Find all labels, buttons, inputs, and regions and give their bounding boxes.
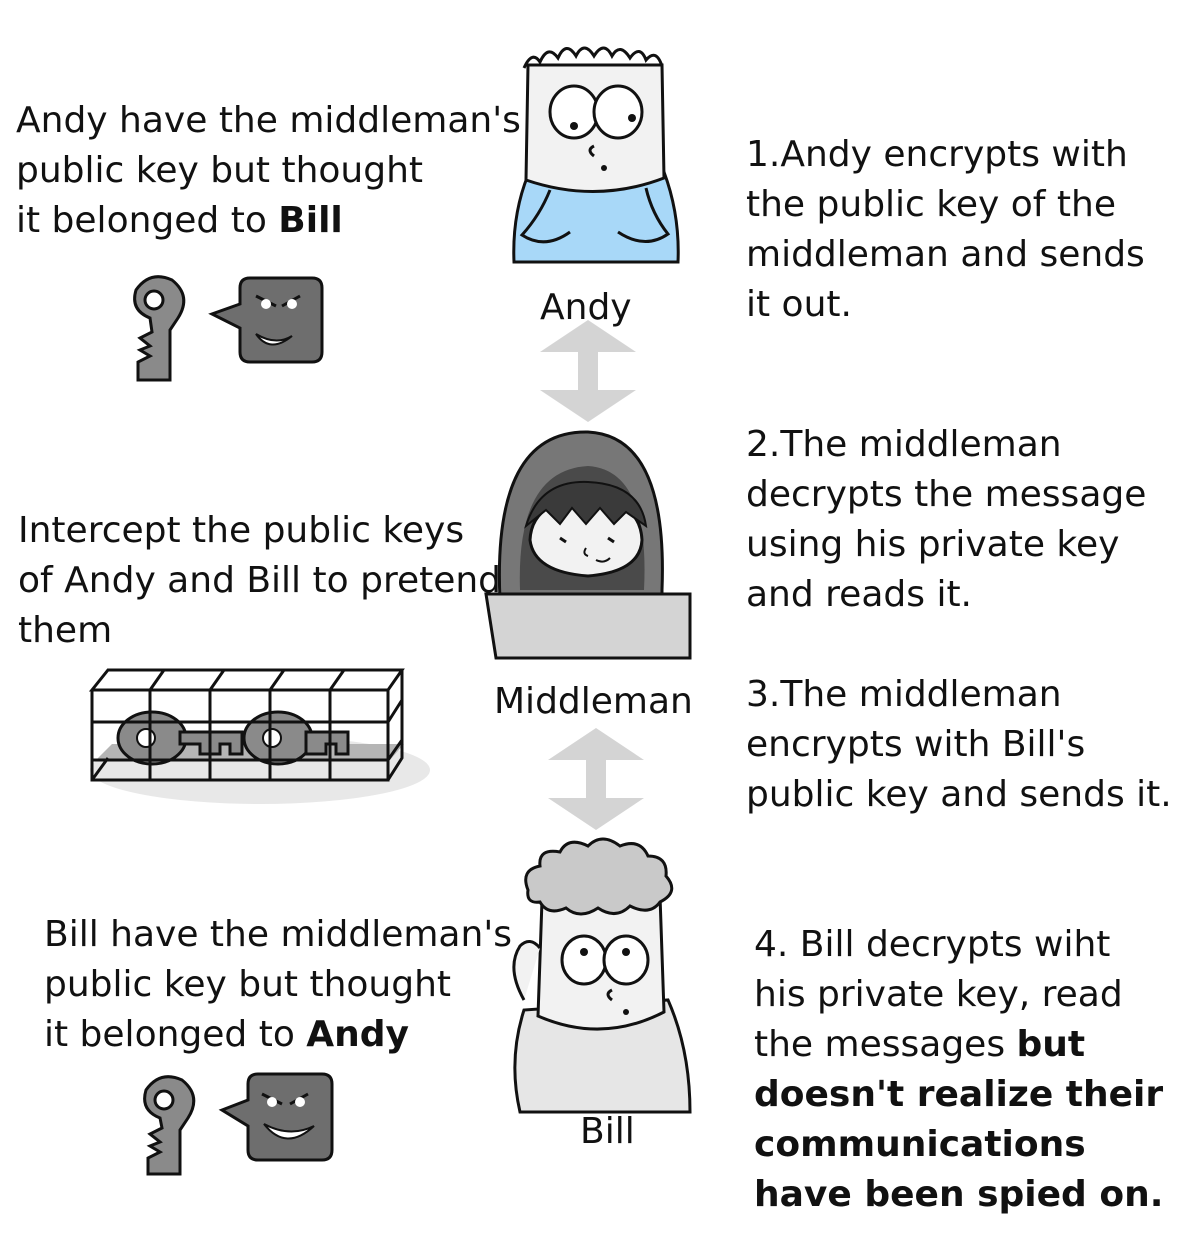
step-1: 1.Andy encrypts with the public key of t…: [746, 130, 1145, 330]
bill-note-line-3-text: it belonged to: [44, 1014, 307, 1055]
step-4-line-5: communications: [754, 1120, 1163, 1170]
bill-note: Bill have the middleman's public key but…: [44, 910, 512, 1060]
andy-key-icon: [133, 275, 186, 382]
andy-label: Andy: [540, 287, 632, 328]
andy-evil-bubble-icon: [208, 276, 324, 364]
step-4-line-3: the messages but: [754, 1020, 1163, 1070]
step-2-line-4: and reads it.: [746, 574, 973, 615]
andy-note-line-3-text: it belonged to: [16, 200, 279, 241]
caged-keys-icon: [88, 668, 430, 804]
step-1-line-1: 1.Andy encrypts with: [746, 134, 1128, 175]
step-2-line-2: decrypts the message: [746, 474, 1147, 515]
middleman-note-line-3: them: [18, 610, 113, 651]
step-4-line-6: have been spied on.: [754, 1170, 1163, 1220]
andy-note-line-2: public key but thought: [16, 150, 424, 191]
bill-figure: [512, 837, 692, 1114]
step-3-line-3: public key and sends it.: [746, 774, 1172, 815]
step-4-line-3-bold: but: [1016, 1024, 1086, 1065]
step-2-line-3: using his private key: [746, 524, 1120, 565]
bill-label: Bill: [580, 1111, 635, 1152]
step-4-line-3-text: the messages: [754, 1024, 1017, 1065]
middleman-note-line-1: Intercept the public keys: [18, 510, 465, 551]
step-2-line-1: 2.The middleman: [746, 424, 1062, 465]
step-1-line-2: the public key of the: [746, 184, 1116, 225]
andy-note-line-3: it belonged to Bill: [16, 196, 521, 246]
step-4-bold-line-1: doesn't realize their: [754, 1074, 1164, 1115]
bill-key-icon: [143, 1075, 196, 1176]
step-1-line-3: middleman and sends: [746, 234, 1145, 275]
bill-note-line-1: Bill have the middleman's: [44, 914, 512, 955]
bill-evil-bubble-icon: [218, 1072, 334, 1162]
bill-note-line-3: it belonged to Andy: [44, 1010, 512, 1060]
step-3-line-2: encrypts with Bill's: [746, 724, 1086, 765]
step-1-line-4: it out.: [746, 284, 852, 325]
andy-figure: [512, 46, 680, 264]
arrow-andy-middleman: [540, 320, 636, 422]
step-4-line-4: doesn't realize their: [754, 1070, 1163, 1120]
andy-note-line-1: Andy have the middleman's: [16, 100, 521, 141]
andy-note: Andy have the middleman's public key but…: [16, 96, 521, 246]
middleman-note: Intercept the public keys of Andy and Bi…: [18, 506, 501, 656]
step-3-line-1: 3.The middleman: [746, 674, 1062, 715]
arrow-middleman-bill: [548, 728, 644, 830]
step-4-bold-line-3: have been spied on.: [754, 1174, 1164, 1215]
andy-note-line-3-bold: Bill: [278, 200, 343, 241]
middleman-label: Middleman: [494, 681, 693, 722]
step-4: 4. Bill decrypts wiht his private key, r…: [754, 920, 1163, 1220]
step-4-bold-line-2: communications: [754, 1124, 1086, 1165]
bill-note-line-3-bold: Andy: [306, 1014, 410, 1055]
middleman-figure: [484, 430, 692, 660]
bill-note-line-2: public key but thought: [44, 964, 452, 1005]
step-4-line-2: his private key, read: [754, 974, 1123, 1015]
step-4-line-1: 4. Bill decrypts wiht: [754, 924, 1111, 965]
middleman-note-line-2: of Andy and Bill to pretend: [18, 560, 502, 601]
diagram-canvas: Andy have the middleman's public key but…: [0, 0, 1181, 1240]
step-3: 3.The middleman encrypts with Bill's pub…: [746, 670, 1172, 820]
step-2: 2.The middleman decrypts the message usi…: [746, 420, 1146, 620]
